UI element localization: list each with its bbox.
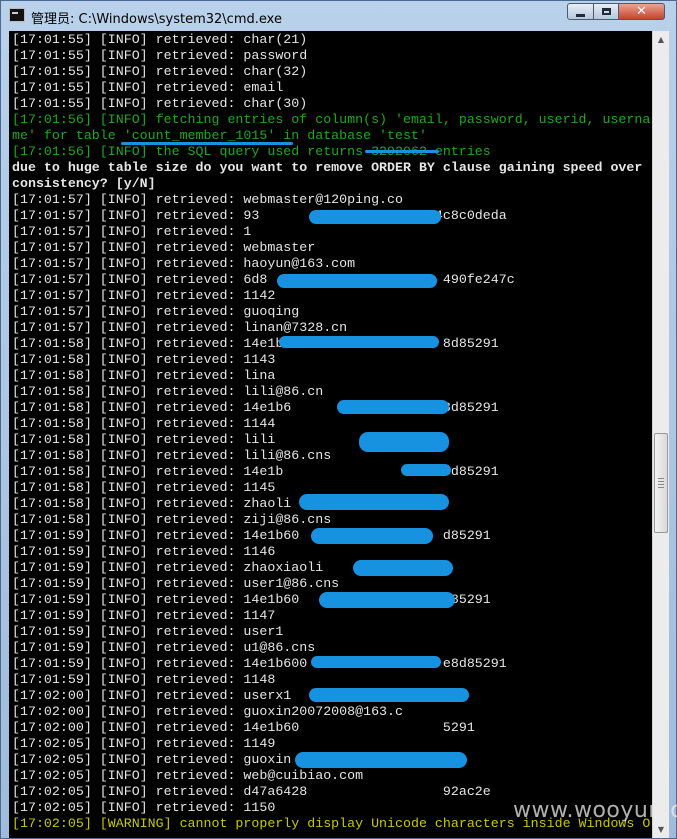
close-button[interactable]: ✕ xyxy=(618,3,665,20)
console-line: consistency? [y/N] xyxy=(12,176,156,191)
console-line: [17:01:57] [INFO] retrieved: 6d8 490fe24… xyxy=(12,272,515,287)
scrollbar-thumb[interactable] xyxy=(654,433,668,533)
console-line: [17:01:58] [INFO] retrieved: 1145 xyxy=(12,480,276,495)
console-line: [17:02:05] [INFO] retrieved: web@cuibiao… xyxy=(12,768,364,783)
console-line: [17:01:59] [INFO] retrieved: 1147 xyxy=(12,608,276,623)
console-line: [17:01:57] [INFO] retrieved: 1142 xyxy=(12,288,276,303)
console-line: [17:01:55] [INFO] retrieved: char(21) xyxy=(12,32,308,47)
thumb-grip xyxy=(658,481,664,482)
console-line: [17:02:05] [INFO] retrieved: guoxin xyxy=(12,752,292,767)
redaction-mark xyxy=(319,592,455,608)
console-output[interactable]: [17:01:55] [INFO] retrieved: char(21) [17… xyxy=(9,31,652,838)
console-line: [17:01:57] [INFO] retrieved: 1 xyxy=(12,224,252,239)
minimize-icon xyxy=(576,13,585,17)
console-line: [17:01:59] [INFO] retrieved: 1148 xyxy=(12,672,276,687)
close-icon: ✕ xyxy=(636,4,647,19)
console-line: [17:01:55] [INFO] retrieved: password xyxy=(12,48,308,63)
redaction-mark xyxy=(299,494,449,510)
console-line: [17:01:55] [INFO] retrieved: char(32) xyxy=(12,64,308,79)
console-line: [17:01:59] [INFO] retrieved: 1146 xyxy=(12,544,276,559)
console-line: [17:01:57] [INFO] retrieved: webmaster@1… xyxy=(12,192,403,207)
underline-mark xyxy=(121,142,293,145)
redaction-mark xyxy=(359,432,449,452)
console-line: [17:01:59] [INFO] retrieved: zhaoxiaoli xyxy=(12,560,324,575)
console-line: [17:01:58] [INFO] retrieved: lina xyxy=(12,368,276,383)
underline-mark xyxy=(365,150,439,153)
console-line: [17:01:57] [INFO] retrieved: linan@7328.… xyxy=(12,320,348,335)
console-line: [17:01:58] [INFO] retrieved: 1144 xyxy=(12,416,276,431)
vertical-scrollbar[interactable]: ▲ ▼ xyxy=(652,31,669,838)
thumb-grip xyxy=(658,478,664,479)
redaction-mark xyxy=(337,400,449,414)
console-line: [17:01:58] [INFO] retrieved: lili@86.cn xyxy=(12,384,324,399)
console-line: [17:02:05] [INFO] retrieved: d47a6428 92… xyxy=(12,784,491,799)
console-line: [17:01:58] [INFO] retrieved: zhaoli xyxy=(12,496,292,511)
console-line: [17:01:57] [INFO] retrieved: webmaster xyxy=(12,240,316,255)
thumb-grip xyxy=(658,487,664,488)
redaction-mark xyxy=(309,210,441,224)
console-line: [17:02:00] [INFO] retrieved: 14e1b60 529… xyxy=(12,720,475,735)
console-line: [17:01:57] [INFO] retrieved: guoqing xyxy=(12,304,300,319)
maximize-button[interactable] xyxy=(593,3,619,20)
thumb-grip xyxy=(658,484,664,485)
maximize-icon xyxy=(601,8,611,15)
console-line: [17:01:59] [INFO] retrieved: user1 xyxy=(12,624,284,639)
redaction-mark xyxy=(353,560,453,576)
console-line: [17:01:58] [INFO] retrieved: ziji@86.cns xyxy=(12,512,332,527)
console-line: [17:02:00] [INFO] retrieved: userx1 xyxy=(12,688,292,703)
console-line: [17:01:59] [INFO] retrieved: user1@86.cn… xyxy=(12,576,340,591)
redaction-mark xyxy=(401,464,451,476)
redaction-mark xyxy=(279,336,439,348)
console-line: [17:01:58] [INFO] retrieved: 1143 xyxy=(12,352,276,367)
console-line: [17:02:00] [INFO] retrieved: guoxin20072… xyxy=(12,704,403,719)
console-line: due to huge table size do you want to re… xyxy=(12,160,643,175)
redaction-mark xyxy=(311,656,441,668)
cmd-window: 管理员: C:\Windows\system32\cmd.exe ✕ [17:0… xyxy=(0,0,677,839)
console-line: [17:01:58] [INFO] retrieved: lili xyxy=(12,432,276,447)
redaction-mark xyxy=(311,528,433,544)
console-line: [17:01:56] [INFO] fetching entries of co… xyxy=(12,112,651,127)
window-title: 管理员: C:\Windows\system32\cmd.exe xyxy=(31,12,282,27)
cmd-app-icon[interactable] xyxy=(9,8,25,22)
console-line: [17:01:59] [INFO] retrieved: u1@86.cns xyxy=(12,640,316,655)
minimize-button[interactable] xyxy=(567,3,594,20)
scroll-up-arrow-icon[interactable]: ▲ xyxy=(653,31,669,48)
console-line: [17:01:57] [INFO] retrieved: haoyun@163.… xyxy=(12,256,356,271)
console-line: [17:02:05] [INFO] retrieved: 1149 xyxy=(12,736,276,751)
scroll-down-arrow-icon[interactable]: ▼ xyxy=(653,821,669,838)
redaction-mark xyxy=(295,752,467,768)
redaction-mark xyxy=(277,274,437,288)
console-line: [17:01:55] [INFO] retrieved: email xyxy=(12,80,284,95)
console-line: [17:02:05] [INFO] retrieved: 1150 xyxy=(12,800,276,815)
watermark: www.wooyun.org xyxy=(513,798,677,823)
console-line: [17:01:58] [INFO] retrieved: lili@86.cns xyxy=(12,448,332,463)
console-line: [17:01:55] [INFO] retrieved: char(30) xyxy=(12,96,308,111)
redaction-mark xyxy=(309,688,469,702)
title-bar[interactable]: 管理员: C:\Windows\system32\cmd.exe ✕ xyxy=(1,1,676,31)
